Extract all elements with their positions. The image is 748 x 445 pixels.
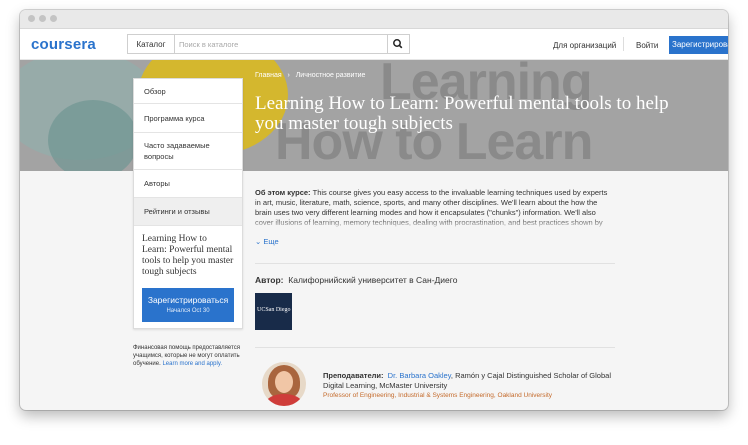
instructors-info: Преподаватели: Dr. Barbara Oakley, Ramón… [323,371,623,391]
financial-aid-note: Финансовая помощь предоставляется учащим… [133,344,245,368]
show-more-label: Еще [263,237,279,246]
nav-divider [623,37,624,51]
window-zoom-dot[interactable] [50,15,57,22]
window-minimize-dot[interactable] [39,15,46,22]
breadcrumb-home[interactable]: Главная [255,72,282,79]
browser-window: coursera Каталог Для организаций Войти З… [20,10,728,410]
chevron-down-icon: ⌄ [255,237,262,246]
search-icon [393,39,403,49]
sidebar-item-overview[interactable]: Обзор [134,79,242,104]
author-name: Калифорнийский университет в Сан-Диего [288,275,458,285]
course-title: Learning How to Learn: Powerful mental t… [255,93,669,134]
ucsd-logo-text: UCSan Diego [257,307,291,313]
instructor-name-link[interactable]: Dr. Barbara Oakley [388,371,451,380]
author-label: Автор: [255,275,284,285]
breadcrumb-category[interactable]: Личностное развитие [296,72,366,79]
show-more-link[interactable]: ⌄ Еще [255,237,279,246]
start-date: Начался Oct 30 [166,308,210,314]
window-close-dot[interactable] [28,15,35,22]
sidebar-item-faq[interactable]: Часто задаваемые вопросы [134,133,242,170]
author-row: Автор: Калифорнийский университет в Сан-… [255,275,457,285]
signup-button-sidebar[interactable]: Зарегистрироваться Начался Oct 30 [142,288,234,322]
instructor-title: Professor of Engineering, Industrial & S… [323,392,553,399]
catalog-button[interactable]: Каталог [127,34,174,54]
signup-button-top[interactable]: Зарегистрироваться [669,36,728,54]
about-label: Об этом курсе: [255,188,311,197]
course-hero-banner: Learning How to Learn Главная › Личностн… [20,60,728,171]
chevron-right-icon: › [283,72,294,79]
sidebar-item-authors[interactable]: Авторы [134,170,242,198]
sidebar-item-reviews[interactable]: Рейтинги и отзывы [134,198,242,226]
sidebar-item-syllabus[interactable]: Программа курса [134,104,242,133]
title-bar [20,10,728,29]
sidebar-course-title: Learning How to Learn: Powerful mental t… [142,234,234,277]
sidebar-enroll-card: Learning How to Learn: Powerful mental t… [134,226,242,328]
login-link[interactable]: Войти [636,41,658,50]
search-button[interactable] [388,34,410,54]
ucsd-logo[interactable]: UCSan Diego [255,293,292,330]
course-sidebar: Обзор Программа курса Часто задаваемые в… [133,78,243,329]
financial-aid-link[interactable]: Learn more and apply. [162,361,222,367]
search-input[interactable] [174,34,388,54]
signup-label: Зарегистрироваться [147,295,229,305]
instructors-label: Преподаватели: [323,371,384,380]
hero-decor-shape [48,100,138,171]
top-navigation: coursera Каталог Для организаций Войти З… [20,29,728,60]
coursera-logo[interactable]: coursera [31,36,96,53]
section-divider [255,263,615,264]
instructor-avatar[interactable] [262,362,306,406]
for-organizations-link[interactable]: Для организаций [553,41,616,50]
section-divider [255,347,615,348]
breadcrumb: Главная › Личностное развитие [255,72,365,79]
text-fade [255,218,620,230]
